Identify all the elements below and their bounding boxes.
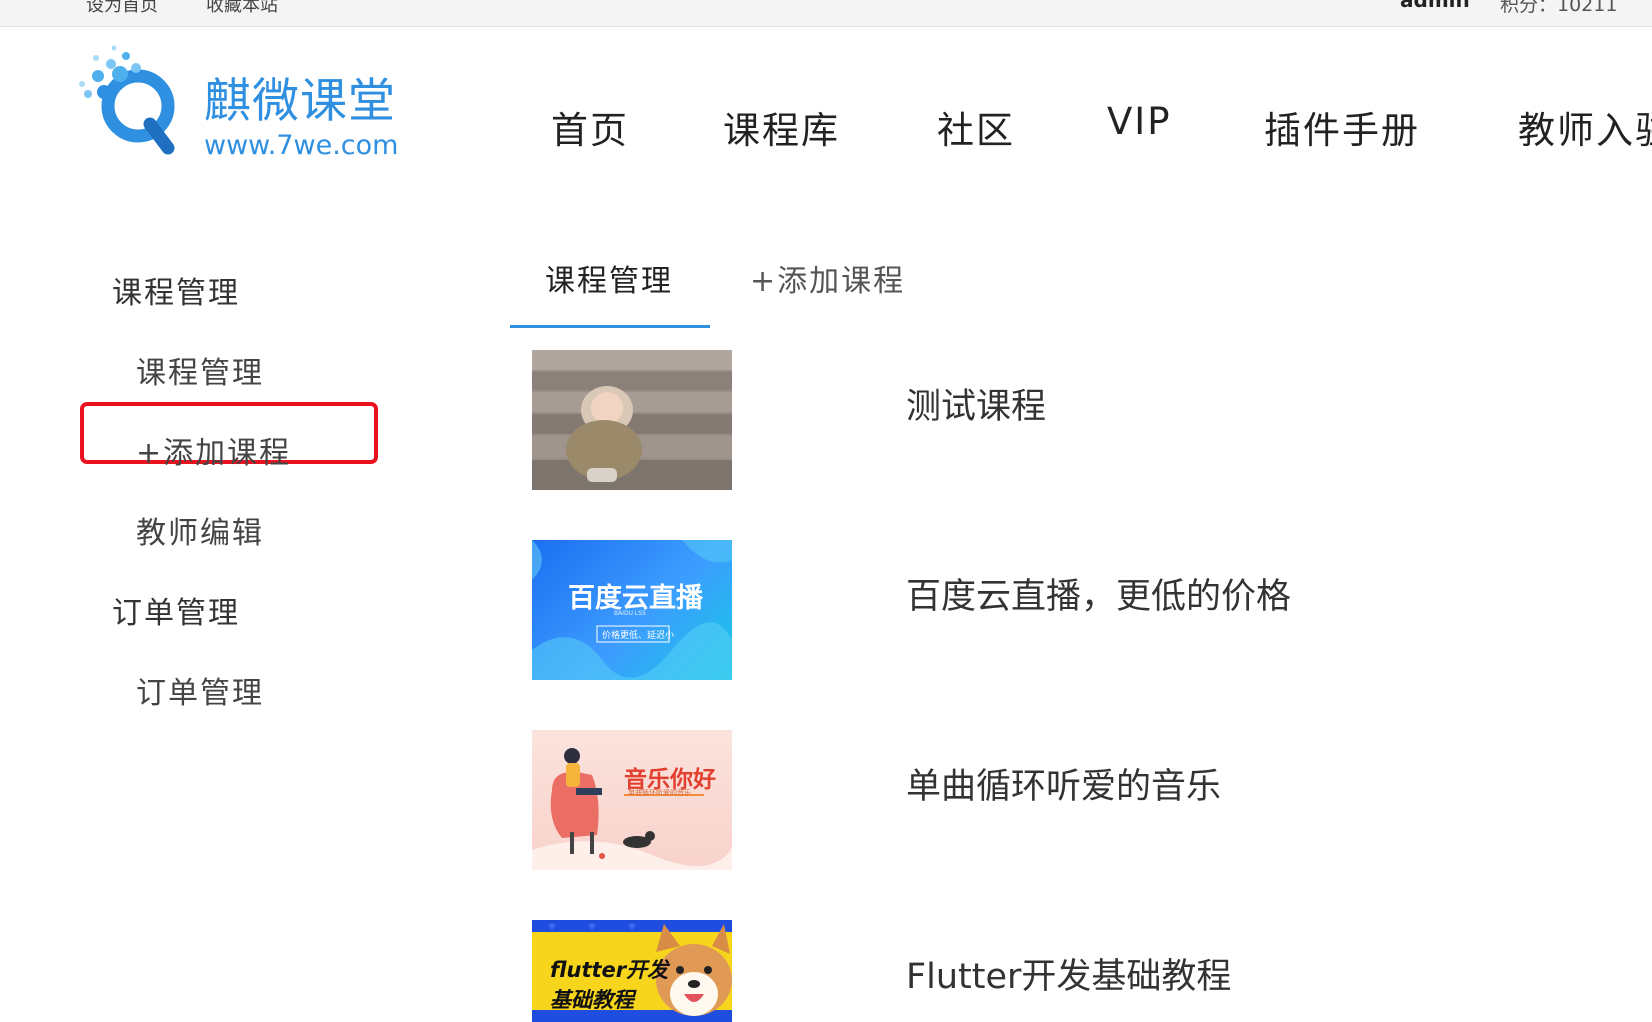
course-thumbnail[interactable]: flutter开发 基础教程	[532, 920, 732, 1022]
thumbnail-subtitle: BAIDU LSS	[614, 610, 646, 617]
course-title[interactable]: 测试课程	[906, 378, 1046, 429]
logo-icon	[79, 45, 175, 155]
sidebar-item-order-manage[interactable]: 订单管理	[136, 668, 264, 712]
thumbnail-subtitle: 基础教程	[550, 988, 634, 1012]
nav-community[interactable]: 社区	[937, 100, 1015, 154]
nav-teacher-join[interactable]: 教师入驻	[1518, 100, 1652, 154]
nav-course-library[interactable]: 课程库	[723, 100, 840, 154]
site-logo[interactable]: 麒微课堂 www.7we.com	[76, 44, 416, 164]
child-photo-image	[532, 350, 732, 490]
course-thumbnail[interactable]: 百度云直播 BAIDU LSS 价格更低、延迟小	[532, 540, 732, 680]
course-thumbnail[interactable]	[532, 350, 732, 490]
course-thumbnail[interactable]: 音乐你好 单曲循环听爱的音乐	[532, 730, 732, 870]
sidebar-item-course-manage[interactable]: 课程管理	[136, 348, 264, 392]
nav-home[interactable]: 首页	[551, 100, 629, 154]
points-display: 积分：10211	[1500, 0, 1618, 16]
logo-brand-text: 麒微课堂	[204, 74, 396, 129]
course-title[interactable]: Flutter开发基础教程	[906, 948, 1231, 999]
bookmark-link[interactable]: 收藏本站	[206, 0, 278, 17]
tab-add-course[interactable]: +添加课程	[750, 256, 905, 300]
sidebar-item-teacher-edit[interactable]: 教师编辑	[136, 508, 264, 552]
thumbnail-title: flutter开发	[550, 958, 669, 982]
sidebar-group-course: 课程管理	[112, 276, 240, 311]
thumbnail-tag: 价格更低、延迟小	[602, 631, 675, 641]
username[interactable]: admin	[1400, 0, 1470, 12]
active-tab-indicator	[510, 325, 710, 328]
sidebar-group-order: 订单管理	[112, 596, 240, 631]
thumbnail-subtitle: 单曲循环听爱的音乐	[628, 789, 691, 797]
logo-url-text: www.7we.com	[204, 130, 399, 161]
course-title[interactable]: 百度云直播，更低的价格	[906, 568, 1291, 619]
tab-course-manage[interactable]: 课程管理	[545, 256, 673, 300]
music-illustration-icon	[532, 748, 732, 870]
nav-plugin-manual[interactable]: 插件手册	[1264, 100, 1420, 154]
course-title[interactable]: 单曲循环听爱的音乐	[906, 758, 1221, 809]
nav-vip[interactable]: VIP	[1107, 100, 1172, 143]
set-home-link[interactable]: 设为首页	[86, 0, 158, 17]
sidebar-item-add-course[interactable]: +添加课程	[136, 428, 291, 472]
top-utility-bar: 设为首页 收藏本站 admin 积分：10211	[0, 0, 1652, 27]
